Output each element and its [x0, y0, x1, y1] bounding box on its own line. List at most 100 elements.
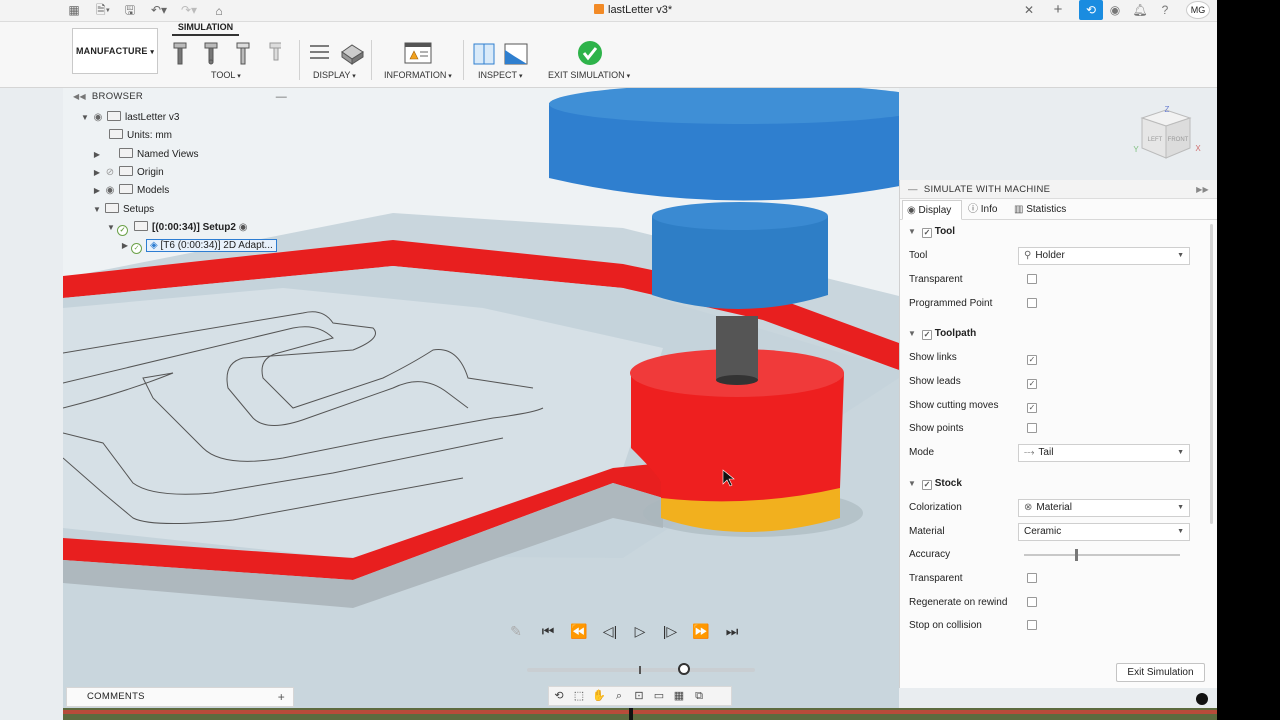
chevron-down-icon[interactable]: ▼: [908, 479, 916, 488]
accuracy-slider-handle[interactable]: [1075, 549, 1078, 561]
tab-info[interactable]: ⓘ Info: [964, 200, 1008, 220]
comments-panel[interactable]: COMMENTS +: [66, 687, 294, 707]
chevron-right-icon[interactable]: ▶: [119, 237, 131, 255]
grid-icon[interactable]: ▦: [66, 2, 82, 18]
section-tool[interactable]: ▼ ✓ Tool: [908, 224, 955, 240]
zoom-window-icon[interactable]: ⊡: [629, 687, 649, 705]
tab-simulation[interactable]: SIMULATION: [172, 22, 239, 36]
chevron-down-icon[interactable]: ▼: [908, 329, 916, 338]
avatar[interactable]: MG: [1186, 1, 1210, 19]
close-icon[interactable]: ✕: [1022, 2, 1036, 18]
add-tab-icon[interactable]: +: [1050, 2, 1066, 18]
regenerate-on-rewind-checkbox[interactable]: [1027, 597, 1037, 607]
home-icon[interactable]: ⌂: [210, 3, 228, 19]
show-cutting-moves-checkbox[interactable]: ✓: [1027, 403, 1037, 413]
eye-hidden-icon[interactable]: ⊘: [103, 164, 117, 182]
chevron-right-icon[interactable]: ▶: [91, 146, 103, 164]
eye-icon[interactable]: ◉: [91, 109, 105, 127]
exit-simulation-button[interactable]: Exit Simulation: [1116, 663, 1205, 682]
information-icon[interactable]: [404, 42, 432, 66]
material-dropdown[interactable]: Ceramic ▼: [1018, 523, 1190, 541]
checkbox-stock-section[interactable]: ✓: [921, 480, 932, 490]
tool-transparent-checkbox[interactable]: [1027, 274, 1037, 284]
show-leads-checkbox[interactable]: ✓: [1027, 379, 1037, 389]
pencil-icon[interactable]: ✎: [505, 622, 527, 640]
collapse-icon[interactable]: —: [908, 184, 918, 195]
exit-simulation-icon[interactable]: [577, 40, 603, 66]
show-points-checkbox[interactable]: [1027, 423, 1037, 433]
section-stock[interactable]: ▼ ✓ Stock: [908, 476, 962, 492]
panel-scrollbar[interactable]: [1210, 224, 1213, 524]
file-icon[interactable]: 🗎▾: [92, 2, 114, 18]
undo-icon[interactable]: ↶▾: [148, 2, 170, 18]
status-icon[interactable]: [1196, 693, 1208, 705]
skip-to-start-icon[interactable]: ⏮: [537, 622, 559, 640]
chevron-down-icon[interactable]: ▼: [79, 109, 91, 127]
play-icon[interactable]: ▷: [629, 622, 651, 640]
slider-handle[interactable]: [678, 663, 690, 675]
next-operation-icon[interactable]: ⏩: [690, 622, 712, 640]
workspace-switcher[interactable]: MANUFACTURE ▾: [72, 28, 158, 74]
accuracy-slider[interactable]: [1024, 549, 1180, 561]
tab-statistics[interactable]: ▥ Statistics: [1010, 200, 1080, 220]
zoom-icon[interactable]: ⌕: [609, 687, 629, 705]
tree-item-models[interactable]: ▶ ◉ Models: [91, 182, 169, 200]
chevron-down-icon[interactable]: ▼: [91, 201, 103, 219]
stop-on-collision-checkbox[interactable]: [1027, 620, 1037, 630]
inspect-group-label[interactable]: INSPECT: [478, 70, 522, 80]
eye-icon[interactable]: ◉: [103, 182, 117, 200]
viewports-icon[interactable]: ⧉: [689, 687, 709, 705]
exit-simulation-group-label[interactable]: EXIT SIMULATION: [548, 70, 630, 80]
step-back-icon[interactable]: ◁|: [599, 622, 621, 640]
look-at-icon[interactable]: ⬚: [569, 687, 589, 705]
chevron-right-icon[interactable]: ▶: [91, 164, 103, 182]
programmed-point-checkbox[interactable]: [1027, 298, 1037, 308]
tree-item-operation[interactable]: ▶ ✓ ◈ [T6 (0:00:34)] 2D Adapt...: [119, 237, 277, 255]
pan-icon[interactable]: ✋: [589, 687, 609, 705]
grid-settings-icon[interactable]: ▦: [669, 687, 689, 705]
tree-item-setup2[interactable]: ▼ ✓ [(0:00:34)] Setup2 ◉: [105, 219, 247, 237]
mode-dropdown[interactable]: ⤏ Tail ▼: [1018, 444, 1190, 462]
chevron-down-icon[interactable]: ▼: [908, 227, 916, 236]
chevron-right-icon[interactable]: ▶: [91, 182, 103, 200]
tree-item-units[interactable]: Units: mm: [107, 127, 172, 145]
orbit-icon[interactable]: ⟲: [549, 687, 569, 705]
display-group-label[interactable]: DISPLAY: [313, 70, 356, 80]
add-comment-icon[interactable]: +: [278, 688, 285, 706]
stock-transparent-checkbox[interactable]: [1027, 573, 1037, 583]
tree-item-origin[interactable]: ▶ ⊘ Origin: [91, 164, 164, 182]
inspect-icons[interactable]: [472, 42, 532, 66]
save-icon[interactable]: 🖫: [122, 2, 138, 18]
help-icon[interactable]: ?: [1153, 0, 1177, 20]
tool-group-label[interactable]: TOOL: [211, 70, 241, 80]
notifications-icon[interactable]: 🔔︎: [1128, 0, 1152, 20]
collapse-browser-icon[interactable]: ◀◀: [73, 92, 86, 101]
tree-item-setups[interactable]: ▼ Setups: [91, 201, 154, 219]
skip-to-end-icon[interactable]: ⏭: [721, 622, 743, 640]
tool-dropdown[interactable]: ⚲ Holder ▼: [1018, 247, 1190, 265]
colorization-dropdown[interactable]: ⊗ Material ▼: [1018, 499, 1190, 517]
display-settings-icon[interactable]: ▭: [649, 687, 669, 705]
tool-icons[interactable]: [171, 42, 281, 68]
timeline-strip[interactable]: [63, 708, 1217, 720]
expand-icon[interactable]: ▶▶: [1196, 180, 1209, 199]
tree-item-root[interactable]: ▼ ◉ lastLetter v3: [79, 109, 179, 127]
section-toolpath[interactable]: ▼ ✓ Toolpath: [908, 326, 976, 342]
timeline-marker[interactable]: [629, 708, 633, 720]
redo-icon[interactable]: ↷▾: [178, 2, 200, 18]
tab-display[interactable]: ◉ Display: [902, 200, 962, 220]
show-links-checkbox[interactable]: ✓: [1027, 355, 1037, 365]
tree-item-named-views[interactable]: ▶ Named Views: [91, 146, 199, 164]
information-group-label[interactable]: INFORMATION: [384, 70, 452, 80]
checkbox-toolpath-section[interactable]: ✓: [921, 330, 932, 340]
step-forward-icon[interactable]: |▷: [659, 622, 681, 640]
chevron-down-icon[interactable]: ▼: [105, 219, 117, 237]
checkbox-tool-section[interactable]: ✓: [921, 228, 932, 238]
previous-operation-icon[interactable]: ⏪: [568, 622, 590, 640]
view-cube[interactable]: Z LEFT FRONT X Y: [1130, 104, 1204, 168]
display-icons[interactable]: [309, 42, 365, 66]
simulation-timeline-slider[interactable]: [527, 663, 755, 675]
sync-icon[interactable]: ⟲: [1079, 0, 1103, 20]
minimize-icon[interactable]: —: [276, 88, 287, 106]
online-icon[interactable]: ◉: [1103, 0, 1127, 20]
